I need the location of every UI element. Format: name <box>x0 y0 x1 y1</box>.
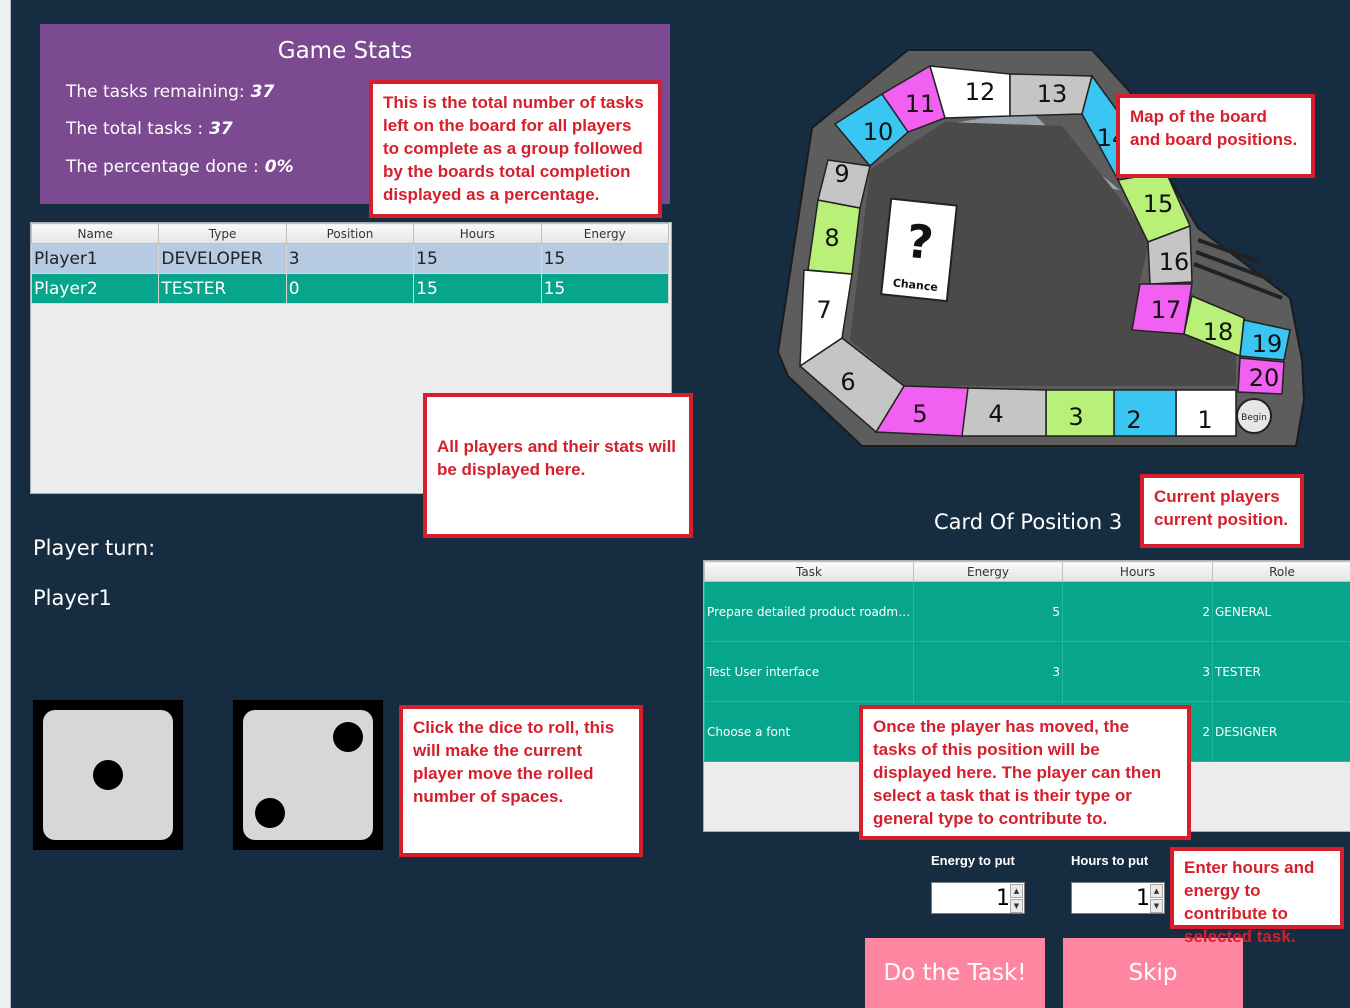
die-one[interactable] <box>33 700 183 850</box>
chance-card[interactable]: ? Chance <box>880 197 958 303</box>
square-number: 1 <box>1197 406 1212 434</box>
percentage-done-value: 0% <box>264 157 294 177</box>
card-of-position-title: Card Of Position 3 <box>934 510 1123 534</box>
player-energy: 15 <box>540 243 670 274</box>
energy-down-icon[interactable]: ▼ <box>1010 899 1023 913</box>
square-number: 7 <box>816 296 831 324</box>
task-table-header: Task Energy Hours Role <box>704 561 1350 582</box>
energy-up-icon[interactable]: ▲ <box>1010 884 1023 898</box>
skip-button[interactable]: Skip <box>1063 938 1243 1008</box>
task-hours: 2 <box>1062 581 1213 642</box>
players-table-header: Name Type Position Hours Energy <box>30 223 670 244</box>
current-player-name: Player1 <box>33 586 112 610</box>
task-name: Test User interface <box>704 641 914 702</box>
col-hours[interactable]: Hours <box>413 223 542 244</box>
square-number: 8 <box>824 224 839 252</box>
square-number: 2 <box>1126 406 1141 434</box>
table-row[interactable]: Player1 DEVELOPER 3 15 15 <box>30 243 670 274</box>
task-role: TESTER <box>1212 641 1350 702</box>
square-number: 16 <box>1159 248 1190 276</box>
col-task[interactable]: Task <box>704 561 914 582</box>
total-tasks-line: The total tasks :37 <box>66 119 233 139</box>
col-hours[interactable]: Hours <box>1062 561 1213 582</box>
player-name: Player2 <box>30 273 160 304</box>
square-number: 3 <box>1068 403 1083 431</box>
square-number: 15 <box>1143 190 1174 218</box>
annotation-inputs: Enter hours and energy to contribute to … <box>1170 847 1344 946</box>
player-hours: 15 <box>413 273 542 304</box>
square-number: 11 <box>905 90 936 118</box>
square-number: 9 <box>834 160 849 188</box>
col-role[interactable]: Role <box>1212 561 1350 582</box>
task-energy: 3 <box>913 641 1063 702</box>
annotation-players: All players and their stats will be disp… <box>423 393 693 538</box>
annotation-stats: This is the total number of tasks left o… <box>369 80 662 218</box>
player-energy: 15 <box>540 273 670 304</box>
square-number: 18 <box>1203 318 1234 346</box>
question-mark-icon: ? <box>904 214 936 270</box>
col-energy[interactable]: Energy <box>540 223 670 244</box>
square-number: 10 <box>863 118 894 146</box>
square-number: 13 <box>1037 80 1068 108</box>
task-energy: 5 <box>913 581 1063 642</box>
square-number: 20 <box>1249 364 1280 392</box>
hours-to-put-label: Hours to put <box>1071 853 1149 868</box>
square-number: 12 <box>965 78 996 106</box>
table-row[interactable]: Player2 TESTER 0 15 15 <box>30 273 670 304</box>
die-pip <box>93 760 123 790</box>
die-two[interactable] <box>233 700 383 850</box>
energy-stepper[interactable]: ▲ ▼ <box>931 882 1025 914</box>
annotation-dice: Click the dice to roll, this will make t… <box>399 705 643 857</box>
col-energy[interactable]: Energy <box>913 561 1063 582</box>
annotation-map: Map of the board and board positions. <box>1116 94 1315 178</box>
square-number: 6 <box>840 368 855 396</box>
hours-down-icon[interactable]: ▼ <box>1150 899 1163 913</box>
player-turn-label: Player turn: <box>33 536 156 560</box>
square-number: 4 <box>988 400 1003 428</box>
percentage-done-label: The percentage done : <box>66 157 259 177</box>
game-stats-title: Game Stats <box>277 38 413 64</box>
percentage-done-line: The percentage done :0% <box>66 157 294 177</box>
hours-input[interactable] <box>1074 885 1150 911</box>
hours-up-icon[interactable]: ▲ <box>1150 884 1163 898</box>
tasks-remaining-line: The tasks remaining: 37 <box>66 82 274 102</box>
tasks-remaining-value: 37 <box>250 82 275 102</box>
do-task-button[interactable]: Do the Task! <box>865 938 1045 1008</box>
square-number: 5 <box>912 400 927 428</box>
table-row[interactable]: Prepare detailed product roadmap ... 5 2… <box>704 581 1350 642</box>
total-tasks-value: 37 <box>209 119 233 139</box>
col-type[interactable]: Type <box>158 223 287 244</box>
energy-to-put-label: Energy to put <box>931 853 1015 868</box>
square-number: 19 <box>1252 330 1283 358</box>
task-name: Prepare detailed product roadmap ... <box>704 581 914 642</box>
die-face <box>243 710 373 840</box>
window-left-edge <box>0 0 11 1008</box>
die-pip <box>333 722 363 752</box>
player-name: Player1 <box>30 243 160 274</box>
energy-input[interactable] <box>934 885 1010 911</box>
square-2 <box>1113 389 1177 437</box>
total-tasks-label: The total tasks : <box>66 119 204 139</box>
task-role: GENERAL <box>1212 581 1350 642</box>
die-face <box>43 710 173 840</box>
square-number: 17 <box>1151 296 1182 324</box>
task-hours: 3 <box>1062 641 1213 702</box>
player-type: TESTER <box>158 273 287 304</box>
col-name[interactable]: Name <box>30 223 160 244</box>
annotation-position: Current players current position. <box>1140 474 1304 548</box>
col-position[interactable]: Position <box>285 223 415 244</box>
player-position: 0 <box>285 273 415 304</box>
player-position: 3 <box>285 243 415 274</box>
square-4 <box>961 387 1047 437</box>
task-role: DESIGNER <box>1212 701 1350 762</box>
player-type: DEVELOPER <box>158 243 287 274</box>
player-hours: 15 <box>413 243 542 274</box>
annotation-tasks: Once the player has moved, the tasks of … <box>859 705 1191 840</box>
hours-stepper[interactable]: ▲ ▼ <box>1071 882 1165 914</box>
tasks-remaining-label: The tasks remaining: <box>66 82 245 102</box>
die-pip <box>255 798 285 828</box>
table-row[interactable]: Test User interface 3 3 TESTER <box>704 641 1350 702</box>
begin-label: Begin <box>1241 413 1267 423</box>
